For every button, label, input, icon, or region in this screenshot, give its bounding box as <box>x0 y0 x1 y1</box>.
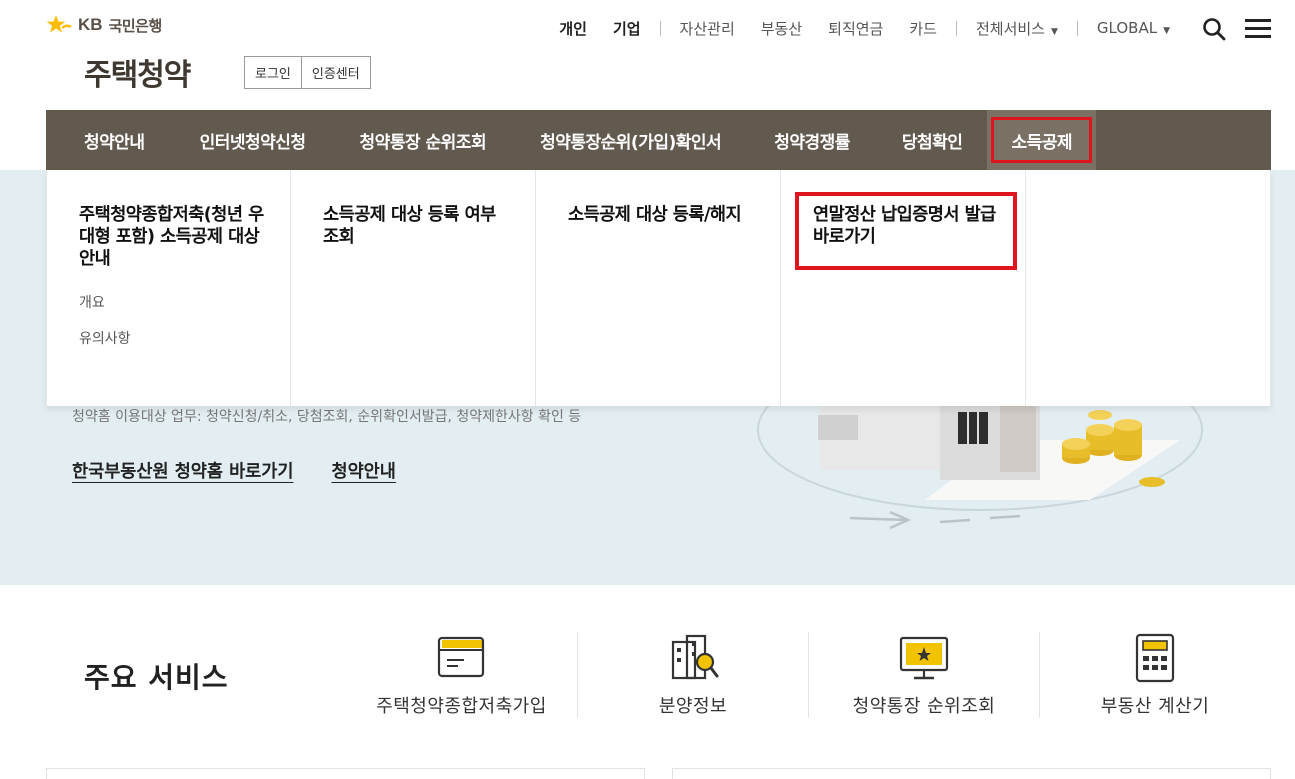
monitor-icon <box>899 636 949 680</box>
dropdown-column: 소득공제 대상 등록 여부 조회 <box>291 170 536 406</box>
dropdown-column-empty <box>1026 170 1271 406</box>
hamburger-menu-icon[interactable] <box>1245 19 1271 39</box>
service-rank-inquiry[interactable]: 청약통장 순위조회 <box>808 632 1039 718</box>
kb-logo[interactable]: KB 국민은행 <box>46 14 162 36</box>
precautions-link[interactable]: 유의사항 <box>79 328 270 348</box>
gnb-rank-inquiry[interactable]: 청약통장 순위조회 <box>360 110 487 170</box>
gnb-competition-rate[interactable]: 청약경쟁률 <box>774 110 850 170</box>
top-nav-card[interactable]: 카드 <box>896 18 950 39</box>
calculator-icon <box>1135 633 1175 683</box>
service-sale-info[interactable]: 분양정보 <box>577 632 808 718</box>
main-gnb: 청약안내 인터넷청약신청 청약통장 순위조회 청약통장순위(가입)확인서 청약경… <box>46 110 1271 170</box>
overview-link[interactable]: 개요 <box>79 292 270 312</box>
deduction-guide-link[interactable]: 주택청약종합저축(청년 우대형 포함) 소득공제 대상 안내 <box>79 204 270 270</box>
caret-down-icon: ▼ <box>1163 26 1170 36</box>
dropdown-column: 주택청약종합저축(청년 우대형 포함) 소득공제 대상 안내 개요 유의사항 <box>46 170 291 406</box>
service-calculator[interactable]: 부동산 계산기 <box>1039 632 1270 718</box>
gnb-income-deduction[interactable]: 소득공제 <box>987 110 1097 170</box>
top-nav-personal[interactable]: 개인 <box>546 18 600 39</box>
gnb-subscription-guide[interactable]: 청약안내 <box>84 110 145 170</box>
gnb-winning-check[interactable]: 당첨확인 <box>902 110 963 170</box>
auth-buttons: 로그인 인증센터 <box>244 56 371 89</box>
page: KB 국민은행 주택청약 로그인 인증센터 개인 기업 자산관리 부동산 퇴직연… <box>0 0 1295 779</box>
registration-status-link[interactable]: 소득공제 대상 등록 여부 조회 <box>323 204 515 248</box>
logo-kb-text: KB <box>78 15 103 34</box>
certificate-center-button[interactable]: 인증센터 <box>300 57 370 88</box>
subscription-guide-link[interactable]: 청약안내 <box>331 458 395 483</box>
service-label: 주택청약종합저축가입 <box>376 696 547 717</box>
active-menu-highlight: 소득공제 <box>991 117 1093 163</box>
top-nav-pension[interactable]: 퇴직연금 <box>815 18 896 39</box>
bottom-panel-left <box>46 768 645 779</box>
hero-links: 한국부동산원 청약홈 바로가기 청약안내 <box>72 458 396 483</box>
logo-name: 국민은행 <box>108 16 163 35</box>
income-deduction-dropdown: 주택청약종합저축(청년 우대형 포함) 소득공제 대상 안내 개요 유의사항 소… <box>46 170 1271 406</box>
kb-star-icon <box>46 14 72 36</box>
applyhome-link[interactable]: 한국부동산원 청약홈 바로가기 <box>72 458 293 483</box>
all-services-label: 전체서비스 <box>975 19 1045 38</box>
building-search-icon <box>671 634 719 680</box>
service-label: 분양정보 <box>658 696 728 717</box>
top-nav-corporate[interactable]: 기업 <box>600 18 654 39</box>
gnb-rank-certificate[interactable]: 청약통장순위(가입)확인서 <box>540 110 722 170</box>
main-services-title: 주요 서비스 <box>84 661 229 694</box>
main-services-list: 주택청약종합저축가입 분양정보 청약통장 순위조회 부동산 계산기 <box>346 632 1270 718</box>
top-nav-asset[interactable]: 자산관리 <box>667 18 748 39</box>
top-nav-all-services[interactable]: 전체서비스 ▼ <box>963 18 1071 39</box>
search-icon[interactable] <box>1202 17 1226 41</box>
top-nav: 개인 기업 자산관리 부동산 퇴직연금 카드 전체서비스 ▼ GLOBAL ▼ <box>546 17 1183 39</box>
service-label: 청약통장 순위조회 <box>852 696 996 717</box>
gnb-internet-application[interactable]: 인터넷청약신청 <box>200 110 306 170</box>
payment-certificate-link[interactable]: 연말정산 납입증명서 발급 바로가기 <box>813 204 1005 248</box>
bottom-panel-right <box>672 768 1271 779</box>
service-label: 부동산 계산기 <box>1100 696 1210 717</box>
site-title[interactable]: 주택청약 <box>84 50 191 94</box>
divider <box>955 20 957 36</box>
caret-down-icon: ▼ <box>1050 26 1058 37</box>
top-nav-real-estate[interactable]: 부동산 <box>748 18 815 39</box>
divider <box>1076 20 1078 36</box>
global-label: GLOBAL <box>1096 19 1158 37</box>
dropdown-column: 연말정산 납입증명서 발급 바로가기 <box>781 170 1026 406</box>
card-icon <box>437 636 484 678</box>
login-button[interactable]: 로그인 <box>245 57 301 88</box>
hero-description: 청약홈 이용대상 업무: 청약신청/취소, 당첨조회, 순위확인서발급, 청약제… <box>72 409 582 425</box>
divider <box>659 20 661 36</box>
top-nav-global[interactable]: GLOBAL ▼ <box>1084 19 1183 37</box>
register-cancel-link[interactable]: 소득공제 대상 등록/해지 <box>568 204 760 226</box>
dropdown-column: 소득공제 대상 등록/해지 <box>536 170 781 406</box>
service-subscription-savings[interactable]: 주택청약종합저축가입 <box>346 632 577 718</box>
